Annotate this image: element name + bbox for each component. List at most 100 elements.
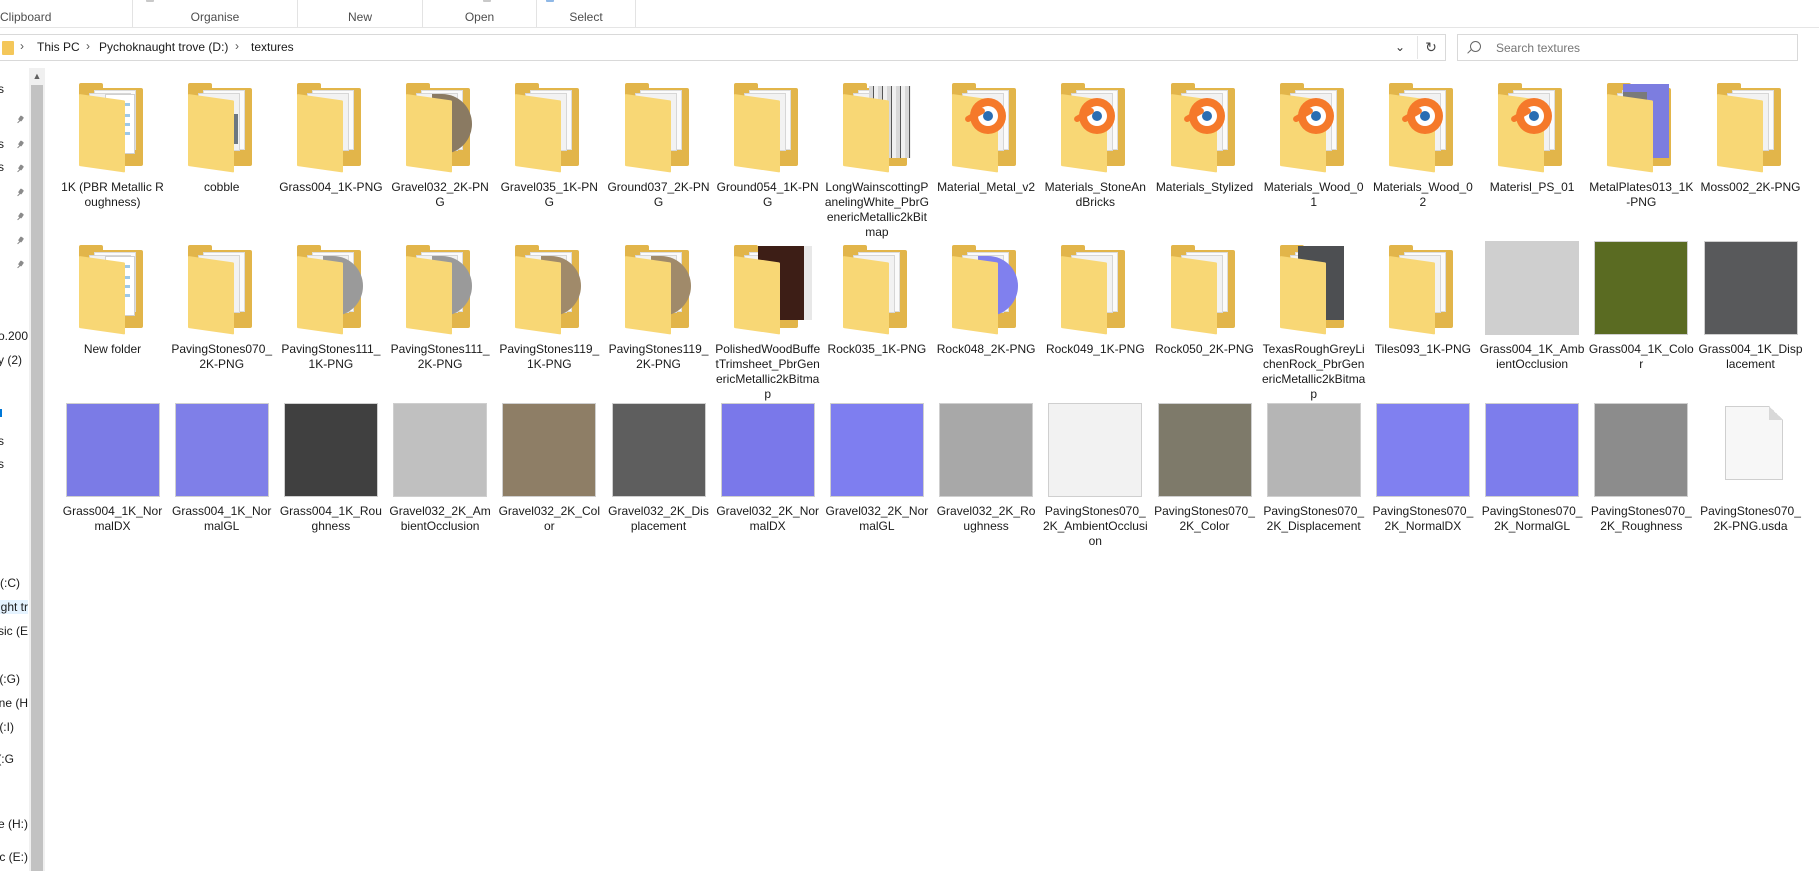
file-name: New folder (83, 342, 142, 356)
nav-item-drive-i[interactable]: (I:) (0, 720, 14, 734)
folder-item[interactable]: cobble (167, 78, 276, 195)
nav-item-drive-e2[interactable]: ic (E:) (0, 850, 28, 864)
ribbon-group-label: New (347, 10, 372, 24)
folder-icon (283, 78, 379, 174)
folder-item[interactable]: Rock050_2K-PNG (1150, 240, 1259, 357)
search-input[interactable] (1496, 38, 1786, 57)
texture-preview (1594, 403, 1689, 497)
chevron-right-icon[interactable]: › (20, 39, 24, 53)
folder-item[interactable]: Materisl_PS_01 (1478, 78, 1587, 195)
nav-item[interactable]: s (0, 434, 4, 448)
image-file-item[interactable]: Gravel032_2K_NormalDX (713, 402, 822, 534)
folder-front (78, 256, 125, 335)
nav-item-drive-h2[interactable]: e (H:) (0, 817, 28, 831)
folder-item[interactable]: Moss002_2K-PNG (1696, 78, 1805, 195)
image-file-item[interactable]: Grass004_1K_NormalDX (58, 402, 167, 534)
folder-icon (829, 78, 925, 174)
scrollbar-thumb[interactable] (31, 85, 43, 871)
address-bar[interactable]: › This PC › Pychoknaught trove (D:) › te… (0, 34, 1446, 61)
refresh-button[interactable]: ↻ (1417, 36, 1444, 59)
folder-item[interactable]: Ground054_1K-PNG (713, 78, 822, 210)
folder-icon (1484, 78, 1580, 174)
nav-item[interactable]: s (0, 137, 4, 151)
nav-item-drive-d[interactable]: ught tr (0, 600, 28, 614)
nav-item[interactable]: o.200 (0, 329, 28, 343)
folder-item[interactable]: MetalPlates013_1K-PNG (1587, 78, 1696, 210)
nav-item-drive-g2[interactable]: G:) (0, 752, 14, 766)
address-history-dropdown[interactable]: ⌄ (1388, 36, 1412, 59)
folder-item[interactable]: Gravel035_1K-PNG (495, 78, 604, 210)
nav-item-drive-e[interactable]: sic (E: (0, 624, 28, 638)
image-file-item[interactable]: PavingStones070_2K_NormalGL (1478, 402, 1587, 534)
image-file-item[interactable]: PavingStones070_2K_Roughness (1587, 402, 1696, 534)
folder-item[interactable]: Rock049_1K-PNG (1041, 240, 1150, 357)
nav-item-drive-h[interactable]: ne (H: (0, 696, 28, 710)
folder-item[interactable]: LongWainscottingPanelingWhite_PbrGeneric… (822, 78, 931, 240)
folder-item[interactable]: 1K (PBR Metallic Roughness) (58, 78, 167, 210)
folder-item[interactable]: PavingStones111_1K-PNG (276, 240, 385, 372)
image-thumbnail (1266, 402, 1362, 498)
folder-item[interactable]: Materials_Stylized (1150, 78, 1259, 195)
breadcrumb-textures[interactable]: textures (251, 40, 294, 54)
image-file-item[interactable]: Gravel032_2K_Displacement (604, 402, 713, 534)
nav-item[interactable]: s (0, 82, 4, 96)
folder-front (296, 94, 343, 173)
chevron-right-icon[interactable]: › (235, 39, 239, 53)
search-box[interactable] (1457, 34, 1798, 61)
file-name: PolishedWoodBuffetTrimsheet_PbrGenericMe… (715, 342, 821, 401)
breadcrumb-drive[interactable]: Pychoknaught trove (D:) (99, 40, 228, 54)
nav-item[interactable]: s (0, 457, 4, 471)
breadcrumb-this-pc[interactable]: This PC (37, 40, 80, 54)
folder-item[interactable]: New folder (58, 240, 167, 357)
file-name: Ground037_2K-PNG (607, 180, 710, 209)
nav-item-drive-c[interactable]: (C:) (0, 576, 20, 590)
image-file-item[interactable]: PavingStones070_2K_Color (1150, 402, 1259, 534)
image-file-item[interactable]: PavingStones070_2K_AmbientOcclusion (1041, 402, 1150, 549)
folder-icon (938, 78, 1034, 174)
image-file-item[interactable]: Gravel032_2K_NormalGL (822, 402, 931, 534)
image-file-item[interactable]: PavingStones070_2K_Displacement (1259, 402, 1368, 534)
folder-item[interactable]: PolishedWoodBuffetTrimsheet_PbrGenericMe… (713, 240, 822, 402)
ribbon-group-organise: Organise (133, 0, 298, 27)
pin-icon (17, 116, 25, 124)
image-file-item[interactable]: Gravel032_2K_Color (495, 402, 604, 534)
image-file-item[interactable]: PavingStones070_2K_NormalDX (1368, 402, 1477, 534)
folder-item[interactable]: Rock048_2K-PNG (932, 240, 1041, 357)
file-name: Tiles093_1K-PNG (1374, 342, 1472, 356)
folder-item[interactable]: PavingStones119_1K-PNG (495, 240, 604, 372)
image-file-item[interactable]: Grass004_1K_NormalGL (167, 402, 276, 534)
chevron-down-icon: ⌄ (1394, 40, 1406, 54)
folder-icon (283, 240, 379, 336)
folder-front (1061, 256, 1108, 335)
folder-item[interactable]: PavingStones070_2K-PNG (167, 240, 276, 372)
file-name: Grass004_1K_AmbientOcclusion (1479, 342, 1585, 371)
image-file-item[interactable]: Grass004_1K_Color (1587, 240, 1696, 372)
nav-scrollbar[interactable]: ▲ (29, 68, 45, 871)
file-item[interactable]: PavingStones070_2K-PNG.usda (1696, 402, 1805, 534)
image-file-item[interactable]: Grass004_1K_Displacement (1696, 240, 1805, 372)
nav-item[interactable]: y (2) (0, 353, 22, 367)
scroll-up-arrow[interactable]: ▲ (29, 68, 45, 84)
folder-item[interactable]: Materials_Wood_01 (1259, 78, 1368, 210)
folder-item[interactable]: Ground037_2K-PNG (604, 78, 713, 210)
file-name: cobble (204, 180, 240, 194)
image-file-item[interactable]: Gravel032_2K_Roughness (932, 402, 1041, 534)
folder-item[interactable]: Materials_StoneAndBricks (1041, 78, 1150, 210)
file-name: Grass004_1K_Displacement (1698, 342, 1803, 371)
folder-item[interactable]: Tiles093_1K-PNG (1368, 240, 1477, 357)
nav-item[interactable]: s (0, 160, 4, 174)
folder-item[interactable]: Materials_Wood_02 (1368, 78, 1477, 210)
folder-item[interactable]: Grass004_1K-PNG (276, 78, 385, 195)
folder-item[interactable]: Rock035_1K-PNG (822, 240, 931, 357)
image-file-item[interactable]: Grass004_1K_AmbientOcclusion (1478, 240, 1587, 372)
file-name: LongWainscottingPanelingWhite_PbrGeneric… (824, 180, 929, 239)
image-file-item[interactable]: Gravel032_2K_AmbientOcclusion (386, 402, 495, 534)
folder-item[interactable]: PavingStones119_2K-PNG (604, 240, 713, 372)
folder-item[interactable]: PavingStones111_2K-PNG (386, 240, 495, 372)
folder-item[interactable]: Material_Metal_v2 (932, 78, 1041, 195)
nav-item-drive-g[interactable]: (G:) (0, 672, 20, 686)
chevron-right-icon[interactable]: › (86, 39, 90, 53)
image-file-item[interactable]: Grass004_1K_Roughness (276, 402, 385, 534)
folder-item[interactable]: TexasRoughGreyLichenRock_PbrGenericMetal… (1259, 240, 1368, 402)
folder-item[interactable]: Gravel032_2K-PNG (386, 78, 495, 210)
